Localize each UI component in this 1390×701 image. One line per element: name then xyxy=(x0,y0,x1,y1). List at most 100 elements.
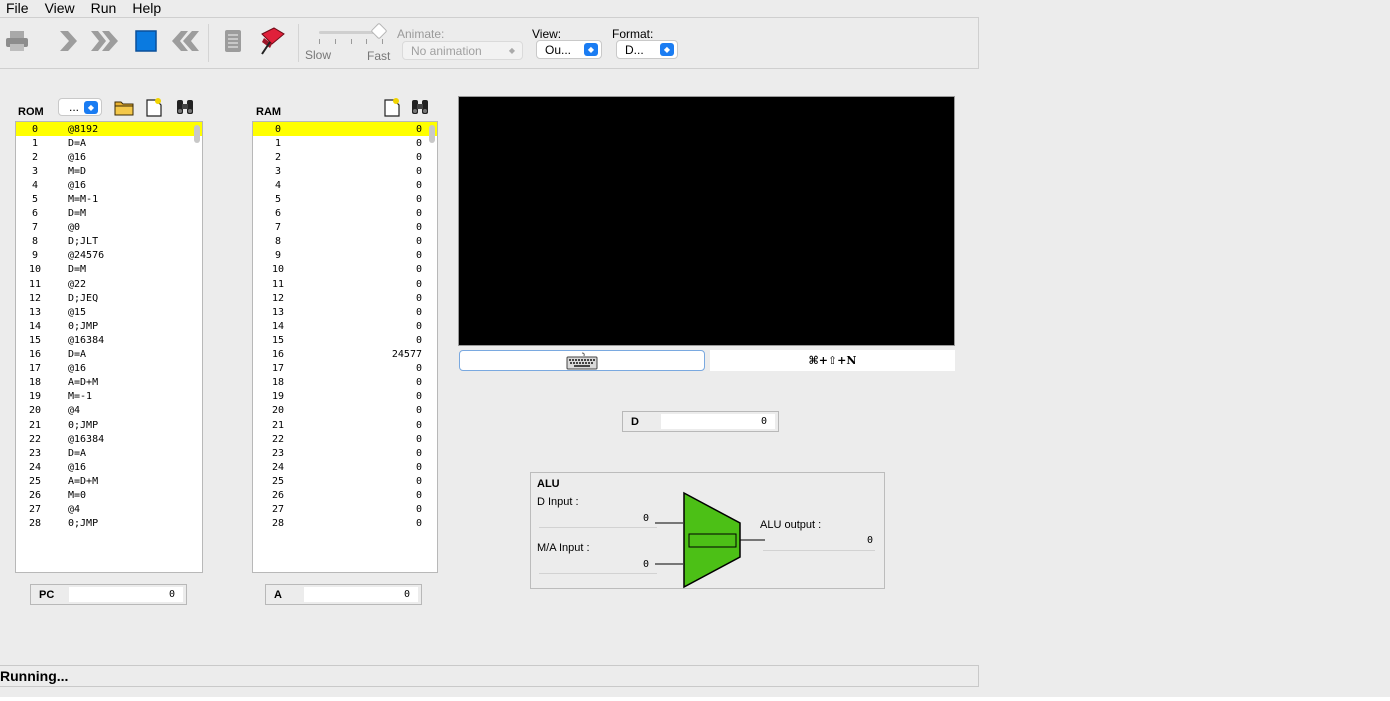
single-step-button[interactable] xyxy=(52,26,82,56)
load-program-button[interactable] xyxy=(2,26,32,56)
ram-row[interactable]: 15 0 xyxy=(253,333,437,347)
rom-row[interactable]: 18 A=D+M xyxy=(16,376,202,390)
speed-slider[interactable]: Slow Fast xyxy=(305,22,395,66)
load-rom-button[interactable] xyxy=(114,98,134,119)
rom-row[interactable]: 6 D=M xyxy=(16,207,202,221)
ram-row[interactable]: 26 0 xyxy=(253,488,437,502)
new-ram-button[interactable] xyxy=(383,97,401,120)
ram-row[interactable]: 80 xyxy=(253,235,437,249)
ram-row[interactable]: 20 0 xyxy=(253,404,437,418)
ram-row[interactable]: 30 xyxy=(253,164,437,178)
rom-instruction: M=-1 xyxy=(68,391,93,403)
alu-ma-input-label: M/A Input : xyxy=(537,542,590,554)
menu-file[interactable]: File xyxy=(6,0,29,16)
ram-row[interactable]: 90 xyxy=(253,249,437,263)
rom-instruction: D=M xyxy=(68,264,87,276)
new-rom-button[interactable] xyxy=(145,97,163,120)
ram-value: 0 xyxy=(415,433,422,445)
rom-row[interactable]: 1 D=A xyxy=(16,136,202,150)
ram-value: 0 xyxy=(415,123,422,135)
rom-row[interactable]: 9 @24576 xyxy=(16,249,202,263)
menu-view[interactable]: View xyxy=(45,0,75,16)
speed-slider-knob[interactable] xyxy=(370,22,388,40)
reset-button[interactable] xyxy=(170,26,200,56)
rom-row[interactable]: 11 @22 xyxy=(16,277,202,291)
rom-address: 22 xyxy=(28,433,42,445)
rom-row[interactable]: 3 M=D xyxy=(16,164,202,178)
rom-row[interactable]: 12 D;JEQ xyxy=(16,291,202,305)
ram-row[interactable]: 18 0 xyxy=(253,376,437,390)
rom-row[interactable]: 7 @0 xyxy=(16,221,202,235)
ram-row[interactable]: 28 0 xyxy=(253,517,437,531)
rom-row[interactable]: 26 M=0 xyxy=(16,488,202,502)
rom-row[interactable]: 24 @16 xyxy=(16,460,202,474)
rom-row[interactable]: 10 D=M xyxy=(16,263,202,277)
rom-instruction: M=M-1 xyxy=(68,194,99,206)
ram-list[interactable]: 0 0 1 0 2 0 3 0 4 0 5 0 6 0 7 0 8 0 9 0 10 0 11 0 12 0 13 0 14 0 15 0 16… xyxy=(252,121,438,573)
ram-row[interactable]: 13 0 xyxy=(253,305,437,319)
ram-row[interactable]: 27 0 xyxy=(253,503,437,517)
ram-row[interactable]: 21 0 xyxy=(253,418,437,432)
stop-button[interactable] xyxy=(131,26,161,56)
rom-row[interactable]: 0 @8192 xyxy=(16,122,202,137)
rom-row[interactable]: 28 0;JMP xyxy=(16,517,202,531)
ram-row[interactable]: 22 0 xyxy=(253,432,437,446)
rom-row[interactable]: 23 D=A xyxy=(16,446,202,460)
rom-row[interactable]: 19 M=-1 xyxy=(16,390,202,404)
rom-scrollbar[interactable] xyxy=(194,125,200,143)
format-select[interactable]: D... ◆ xyxy=(616,40,678,59)
ram-row[interactable]: 12 0 xyxy=(253,291,437,305)
rom-row[interactable]: 14 0;JMP xyxy=(16,319,202,333)
rom-list[interactable]: 0 @8192 1 D=A 2 @16 3 M=D 4 @16 5 M=M-1 6 D=M 7 @0 8 D;JL… xyxy=(15,121,203,573)
rom-row[interactable]: 2 @16 xyxy=(16,150,202,164)
ram-row[interactable]: 14 0 xyxy=(253,319,437,333)
ram-row[interactable]: 50 xyxy=(253,192,437,206)
ram-row[interactable]: 40 xyxy=(253,178,437,192)
rom-address: 7 xyxy=(31,222,39,234)
ram-row[interactable]: 25 0 xyxy=(253,474,437,488)
ram-row[interactable]: 20 xyxy=(253,150,437,164)
ram-row[interactable]: 19 0 xyxy=(253,390,437,404)
ram-row[interactable]: 16 24577 xyxy=(253,348,437,362)
ram-row[interactable]: 10 xyxy=(253,136,437,150)
rom-row[interactable]: 17 @16 xyxy=(16,362,202,376)
ram-row[interactable]: 17 0 xyxy=(253,362,437,376)
animate-select[interactable]: No animation ◆ xyxy=(402,41,523,60)
ram-scrollbar[interactable] xyxy=(429,125,435,143)
ram-row[interactable]: 24 0 xyxy=(253,460,437,474)
keyboard-input[interactable] xyxy=(459,350,705,371)
pc-register-value[interactable]: 0 xyxy=(69,587,183,602)
view-select[interactable]: Ou... ◆ xyxy=(536,40,602,59)
rom-row[interactable]: 13 @15 xyxy=(16,305,202,319)
breakpoints-button[interactable] xyxy=(258,26,288,56)
rom-row[interactable]: 5 M=M-1 xyxy=(16,192,202,206)
ram-row[interactable]: 70 xyxy=(253,221,437,235)
menu-run[interactable]: Run xyxy=(91,0,117,16)
ram-row[interactable]: 23 0 xyxy=(253,446,437,460)
rom-row[interactable]: 16 D=A xyxy=(16,348,202,362)
script-button[interactable] xyxy=(218,26,248,56)
rom-row[interactable]: 21 0;JMP xyxy=(16,418,202,432)
ram-row[interactable]: 10 0 xyxy=(253,263,437,277)
rom-row[interactable]: 15 @16384 xyxy=(16,333,202,347)
rom-row[interactable]: 4 @16 xyxy=(16,178,202,192)
ram-address: 13 xyxy=(271,306,285,318)
ram-search-button[interactable] xyxy=(410,98,430,119)
d-register-value[interactable]: 0 xyxy=(661,414,775,429)
rom-row[interactable]: 20 @4 xyxy=(16,404,202,418)
menu-help[interactable]: Help xyxy=(132,0,161,16)
a-register-value[interactable]: 0 xyxy=(304,587,418,602)
ram-address: 12 xyxy=(271,292,285,304)
ram-value: 0 xyxy=(415,306,422,318)
rom-row[interactable]: 25 A=D+M xyxy=(16,474,202,488)
rom-instruction: D;JEQ xyxy=(68,292,99,304)
ram-row[interactable]: 60 xyxy=(253,207,437,221)
rom-row[interactable]: 8 D;JLT xyxy=(16,235,202,249)
rom-row[interactable]: 22 @16384 xyxy=(16,432,202,446)
run-button[interactable] xyxy=(90,26,120,56)
ram-row[interactable]: 11 0 xyxy=(253,277,437,291)
rom-search-button[interactable] xyxy=(175,98,195,119)
ram-row[interactable]: 00 xyxy=(253,122,437,137)
rom-format-select[interactable]: ... ◆ xyxy=(58,98,102,116)
rom-row[interactable]: 27 @4 xyxy=(16,503,202,517)
